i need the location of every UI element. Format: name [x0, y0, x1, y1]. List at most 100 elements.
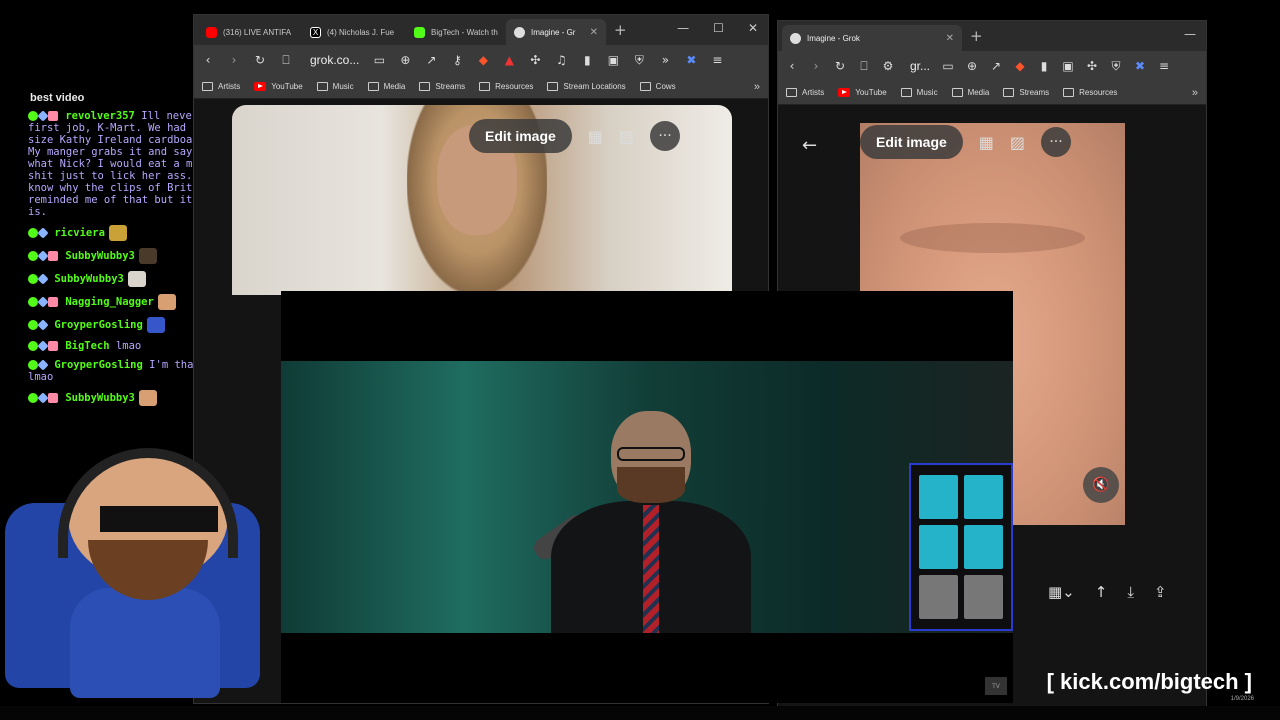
chat-username[interactable]: GroyperGosling [54, 359, 143, 371]
profile-icon[interactable]: ✖ [1134, 60, 1146, 72]
close-icon[interactable]: ✕ [590, 27, 598, 38]
bookmark-youtube[interactable]: YouTube [254, 82, 303, 91]
folder-icon [786, 88, 797, 97]
mute-icon[interactable]: 🔇 [1083, 467, 1119, 503]
minimize-icon[interactable]: — [677, 21, 689, 35]
chevron-right-icon[interactable]: » [1192, 87, 1198, 99]
chat-username[interactable]: BigTech [65, 340, 109, 352]
bookmark-label: YouTube [855, 88, 887, 97]
bookmark-music[interactable]: Music [900, 88, 938, 97]
bookmark-resources[interactable]: Resources [1063, 88, 1117, 97]
minimize-icon[interactable]: — [1184, 27, 1196, 41]
aspect-ratio-icon[interactable]: ▦⌄ [1048, 583, 1075, 601]
moderator-badge-icon [28, 274, 38, 284]
tab-x-profile[interactable]: X (4) Nicholas J. Fue [302, 19, 406, 45]
back-icon[interactable]: ‹ [202, 54, 214, 66]
forward-icon[interactable]: › [810, 60, 822, 72]
more-options-icon[interactable]: ··· [1041, 127, 1072, 157]
edit-image-button[interactable]: Edit image [469, 119, 572, 153]
cast-icon[interactable]: ▭ [373, 54, 385, 66]
bookmark-resources[interactable]: Resources [479, 82, 533, 91]
user-badges [28, 110, 59, 122]
rewards-icon[interactable]: ▲ [503, 54, 515, 66]
chat-username[interactable]: Nagging_Nagger [65, 296, 154, 308]
reload-icon[interactable]: ↻ [834, 60, 846, 72]
bookmark-music[interactable]: Music [316, 82, 354, 91]
share-icon[interactable]: ↗ [425, 54, 437, 66]
bookmark-youtube[interactable]: YouTube [838, 88, 887, 97]
bookmark-media[interactable]: Media [367, 82, 405, 91]
upload-arrow-icon[interactable]: ↑ [1095, 583, 1108, 601]
cast-icon[interactable]: ▭ [942, 60, 954, 72]
bookmark-icon[interactable]: ⎕ [280, 54, 292, 66]
chat-username[interactable]: SubbyWubby3 [65, 392, 135, 404]
video-icon[interactable]: ▦ [979, 133, 994, 152]
menu-icon[interactable]: ≡ [711, 54, 723, 66]
edit-image-button[interactable]: Edit image [860, 125, 963, 159]
back-icon[interactable]: ‹ [786, 60, 798, 72]
image-icon[interactable]: ▨ [619, 127, 634, 146]
share-icon[interactable]: ↗ [990, 60, 1002, 72]
image-icon[interactable]: ▨ [1010, 133, 1025, 152]
bookmark-cows[interactable]: Cows [639, 82, 676, 91]
bookmark-label: Media [967, 88, 990, 97]
reload-icon[interactable]: ↻ [254, 54, 266, 66]
download-icon[interactable]: ⤓ [1127, 583, 1134, 601]
bookmark-icon[interactable]: ⎕ [858, 60, 870, 72]
bookmark-streams[interactable]: Streams [419, 82, 465, 91]
chevron-right-icon[interactable]: » [754, 81, 760, 93]
more-options-icon[interactable]: ··· [650, 121, 681, 151]
chat-username[interactable]: SubbyWubby3 [54, 273, 124, 285]
site-settings-icon[interactable]: ⚙ [882, 60, 894, 72]
sidebar-icon[interactable]: ▮ [581, 54, 593, 66]
zoom-icon[interactable]: ⊕ [966, 60, 978, 72]
bookmark-artists[interactable]: Artists [202, 82, 240, 91]
video-icon[interactable]: ▦ [588, 127, 603, 146]
moderator-badge-icon [28, 251, 38, 261]
bookmark-media[interactable]: Media [951, 88, 990, 97]
extensions-icon[interactable]: ✣ [529, 54, 541, 66]
key-icon[interactable]: ⚷ [451, 54, 463, 66]
close-window-icon[interactable]: ✕ [748, 21, 758, 35]
chat-username[interactable]: ricviera [54, 227, 105, 239]
sidebar-icon[interactable]: ▮ [1038, 60, 1050, 72]
maximize-icon[interactable]: ☐ [713, 21, 724, 35]
back-arrow-icon[interactable]: ← [802, 135, 817, 156]
new-tab-button[interactable]: + [970, 27, 983, 45]
extensions-icon[interactable]: ✣ [1086, 60, 1098, 72]
menu-icon[interactable]: ≡ [1158, 60, 1170, 72]
address-bar[interactable]: grok.co... [310, 53, 359, 67]
vpn-icon[interactable]: ⛨ [1110, 60, 1122, 72]
forward-icon[interactable]: › [228, 54, 240, 66]
video-speaker [551, 401, 751, 633]
music-icon[interactable]: ♫ [555, 54, 567, 66]
share-icon[interactable]: ⇪ [1154, 583, 1167, 601]
tab-youtube-live[interactable]: (316) LIVE ANTIFA [198, 19, 302, 45]
chat-username[interactable]: GroyperGosling [54, 319, 143, 331]
tab-grok-imagine[interactable]: Imagine - Gr ✕ [506, 19, 606, 45]
bookmark-streams[interactable]: Streams [1003, 88, 1049, 97]
close-icon[interactable]: ✕ [946, 33, 954, 44]
more-extensions-icon[interactable]: » [659, 54, 671, 66]
emote-icon [138, 248, 157, 264]
video-player-overlay[interactable]: TV [281, 291, 1013, 703]
chat-username[interactable]: SubbyWubby3 [65, 250, 135, 262]
bookmark-stream-locations[interactable]: Stream Locations [547, 82, 626, 91]
moderator-badge-icon [28, 111, 38, 121]
profile-icon[interactable]: ✖ [685, 54, 697, 66]
tab-grok-imagine[interactable]: Imagine - Grok ✕ [782, 25, 962, 51]
zoom-icon[interactable]: ⊕ [399, 54, 411, 66]
vpn-icon[interactable]: ⛨ [633, 54, 645, 66]
user-badges [28, 319, 49, 331]
chat-username[interactable]: revolver357 [65, 110, 135, 122]
brave-shield-icon[interactable]: ◆ [477, 54, 489, 66]
address-bar[interactable]: gr... [910, 59, 930, 73]
brave-shield-icon[interactable]: ◆ [1014, 60, 1026, 72]
wallet-icon[interactable]: ▣ [607, 54, 619, 66]
new-tab-button[interactable]: + [614, 21, 627, 39]
wallet-icon[interactable]: ▣ [1062, 60, 1074, 72]
bookmark-artists[interactable]: Artists [786, 88, 824, 97]
emote-icon [108, 225, 127, 241]
tab-kick-bigtech[interactable]: BigTech - Watch th [406, 19, 506, 45]
user-badges [28, 340, 59, 352]
